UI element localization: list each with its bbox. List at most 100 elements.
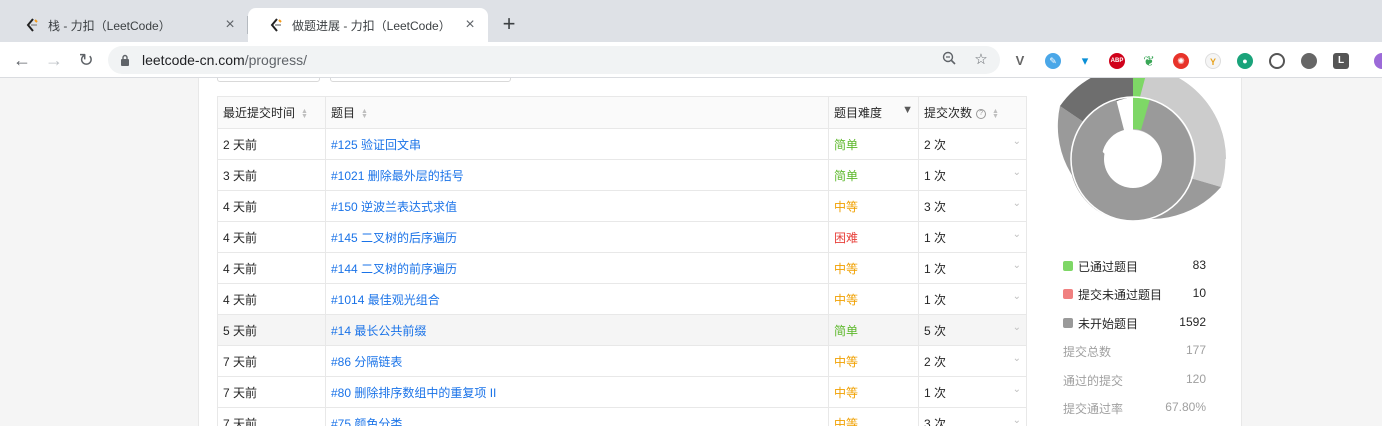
submits-cell[interactable]: 5 次 ⌄ — [918, 314, 1027, 346]
submits-cell[interactable]: 3 次 ⌄ — [918, 407, 1027, 426]
browser-toolbar: ← → ↻ leetcode-cn.com/progress/ ☆ V ✎ ▾ … — [0, 42, 1382, 78]
extension-globe-icon[interactable]: ● — [1237, 53, 1253, 69]
submits-cell[interactable]: 1 次 ⌄ — [918, 159, 1027, 191]
submit-time-cell: 4 天前 — [217, 283, 326, 315]
submit-count: 1 次 — [924, 292, 947, 307]
tab-progress[interactable]: 做题进展 - 力扣（LeetCode） × — [248, 8, 488, 42]
tab-stack[interactable]: 栈 - 力扣（LeetCode） × — [4, 8, 248, 42]
filter-icon[interactable]: ▼ — [902, 104, 913, 116]
table-row[interactable]: 7 天前 #86 分隔链表 中等 2 次 ⌄ — [217, 345, 1027, 377]
search-input[interactable] — [330, 78, 511, 82]
problem-cell: #150 逆波兰表达式求值 — [325, 190, 829, 222]
extension-red-icon[interactable]: ✺ — [1173, 53, 1189, 69]
reload-icon[interactable]: ↻ — [76, 50, 96, 70]
table-row[interactable]: 7 天前 #80 删除排序数组中的重复项 II 中等 1 次 ⌄ — [217, 376, 1027, 408]
problem-cell: #14 最长公共前缀 — [325, 314, 829, 346]
problem-cell: #1014 最佳观光组合 — [325, 283, 829, 315]
sort-icon[interactable]: ▲ ▼ — [301, 108, 308, 120]
table-row[interactable]: 2 天前 #125 验证回文串 简单 2 次 ⌄ — [217, 128, 1027, 160]
problem-link[interactable]: #150 逆波兰表达式求值 — [331, 200, 457, 214]
tab-close-icon[interactable]: × — [462, 17, 478, 33]
col-problem[interactable]: 题目 ▲ ▼ — [325, 96, 829, 129]
problem-link[interactable]: #144 二叉树的前序遍历 — [331, 262, 457, 276]
submit-count: 1 次 — [924, 385, 947, 400]
sort-icon[interactable]: ▲ ▼ — [992, 108, 999, 120]
problem-link[interactable]: #14 最长公共前缀 — [331, 324, 426, 338]
help-icon[interactable]: ? — [976, 108, 987, 119]
chevron-down-icon[interactable]: ⌄ — [1013, 353, 1021, 364]
table-row[interactable]: 4 天前 #144 二叉树的前序遍历 中等 1 次 ⌄ — [217, 252, 1027, 284]
col-last-submit[interactable]: 最近提交时间 ▲ ▼ — [217, 96, 326, 129]
legend-value: 1592 — [1179, 315, 1206, 329]
table-row[interactable]: 4 天前 #145 二叉树的后序遍历 困难 1 次 ⌄ — [217, 221, 1027, 253]
chevron-down-icon[interactable]: ⌄ — [1013, 322, 1021, 333]
extension-leaf-icon[interactable]: ❦ — [1141, 53, 1157, 69]
extension-l-icon[interactable]: L — [1333, 53, 1349, 69]
new-tab-icon[interactable]: + — [498, 13, 520, 35]
table-row[interactable]: 5 天前 #14 最长公共前缀 简单 5 次 ⌄ — [217, 314, 1027, 346]
extension-gray-icon[interactable] — [1301, 53, 1317, 69]
col-difficulty[interactable]: 题目难度 ▼ — [828, 96, 919, 129]
difficulty-cell: 简单 — [828, 314, 919, 346]
submit-count: 2 次 — [924, 354, 947, 369]
submits-cell[interactable]: 1 次 ⌄ — [918, 221, 1027, 253]
filter-select[interactable] — [217, 78, 320, 82]
table-row[interactable]: 4 天前 #150 逆波兰表达式求值 中等 3 次 ⌄ — [217, 190, 1027, 222]
table-row[interactable]: 4 天前 #1014 最佳观光组合 中等 1 次 ⌄ — [217, 283, 1027, 315]
col-submits[interactable]: 提交次数? ▲ ▼ — [918, 96, 1027, 129]
extension-vue-icon[interactable]: V — [1012, 53, 1028, 69]
legend-notstarted: 未开始题目 1592 — [1063, 315, 1206, 331]
problem-cell: #144 二叉树的前序遍历 — [325, 252, 829, 284]
difficulty-label: 困难 — [834, 230, 859, 245]
chevron-down-icon[interactable]: ⌄ — [1013, 198, 1021, 209]
tab-title: 栈 - 力扣（LeetCode） — [48, 18, 171, 33]
submit-count: 1 次 — [924, 168, 947, 183]
problem-link[interactable]: #145 二叉树的后序遍历 — [331, 231, 457, 245]
difficulty-cell: 中等 — [828, 190, 919, 222]
extension-arrow-icon[interactable]: ▾ — [1077, 53, 1093, 69]
table-row[interactable]: 7 天前 #75 颜色分类 中等 3 次 ⌄ — [217, 407, 1027, 426]
submits-cell[interactable]: 2 次 ⌄ — [918, 345, 1027, 377]
submits-cell[interactable]: 1 次 ⌄ — [918, 376, 1027, 408]
submits-cell[interactable]: 1 次 ⌄ — [918, 283, 1027, 315]
extension-yellow-icon[interactable]: Y — [1205, 53, 1221, 69]
difficulty-cell: 中等 — [828, 345, 919, 377]
table-row[interactable]: 3 天前 #1021 删除最外层的括号 简单 1 次 ⌄ — [217, 159, 1027, 191]
chevron-down-icon[interactable]: ⌄ — [1013, 260, 1021, 271]
problem-link[interactable]: #125 验证回文串 — [331, 138, 421, 152]
chevron-down-icon[interactable]: ⌄ — [1013, 291, 1021, 302]
profile-avatar[interactable] — [1374, 53, 1382, 69]
lock-icon — [121, 54, 129, 66]
problem-link[interactable]: #1014 最佳观光组合 — [331, 293, 440, 307]
tab-close-icon[interactable]: × — [222, 17, 238, 33]
chevron-down-icon[interactable]: ⌄ — [1013, 384, 1021, 395]
problem-link[interactable]: #1021 删除最外层的括号 — [331, 169, 464, 183]
chevron-down-icon[interactable]: ⌄ — [1013, 136, 1021, 147]
back-icon[interactable]: ← — [12, 50, 32, 70]
problem-link[interactable]: #86 分隔链表 — [331, 355, 402, 369]
problem-link[interactable]: #75 颜色分类 — [331, 417, 402, 426]
submits-cell[interactable]: 2 次 ⌄ — [918, 128, 1027, 160]
difficulty-cell: 简单 — [828, 159, 919, 191]
difficulty-cell: 简单 — [828, 128, 919, 160]
difficulty-label: 中等 — [834, 199, 859, 214]
extension-tool-icon[interactable]: ✎ — [1045, 53, 1061, 69]
submit-time: 7 天前 — [223, 354, 258, 369]
zoom-icon[interactable] — [940, 51, 958, 69]
forward-icon[interactable]: → — [44, 50, 64, 70]
stat-value: 67.80% — [1165, 400, 1206, 414]
bookmark-star-icon[interactable]: ☆ — [972, 51, 990, 69]
difficulty-label: 简单 — [834, 137, 859, 152]
address-bar[interactable]: leetcode-cn.com/progress/ ☆ — [108, 46, 1000, 74]
stat-total-submits: 提交总数 177 — [1063, 343, 1206, 359]
problem-link[interactable]: #80 删除排序数组中的重复项 II — [331, 386, 496, 400]
sort-icon[interactable]: ▲ ▼ — [361, 108, 368, 120]
extension-circle-icon[interactable] — [1269, 53, 1285, 69]
chevron-down-icon[interactable]: ⌄ — [1013, 415, 1021, 426]
submits-cell[interactable]: 1 次 ⌄ — [918, 252, 1027, 284]
chevron-down-icon[interactable]: ⌄ — [1013, 229, 1021, 240]
chevron-down-icon[interactable]: ⌄ — [1013, 167, 1021, 178]
extension-adblock-icon[interactable]: ABP — [1109, 53, 1125, 69]
submit-time-cell: 2 天前 — [217, 128, 326, 160]
submits-cell[interactable]: 3 次 ⌄ — [918, 190, 1027, 222]
